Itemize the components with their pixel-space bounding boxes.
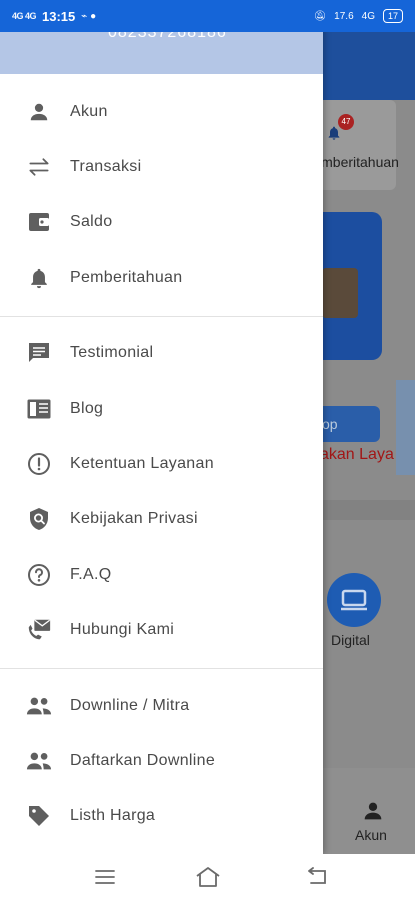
drawer-item-label: Transaksi: [70, 158, 142, 176]
digital-icon: [341, 589, 367, 611]
drawer-item-label: Testimonial: [70, 344, 154, 362]
drawer-divider: [0, 315, 323, 317]
tag-icon: [26, 803, 52, 829]
navigation-drawer: 082337268186 Akun Transaksi Saldo Pemberita…: [0, 0, 323, 854]
people-icon: [26, 748, 52, 774]
drawer-item-hubungi-kami[interactable]: Hubungi Kami: [0, 603, 323, 658]
promo-red-label: akan Laya: [320, 446, 394, 463]
bottom-nav-akun-label[interactable]: Akun: [355, 827, 387, 843]
mute-icon: 🔕︎: [313, 10, 327, 22]
promo-illustration: [322, 268, 358, 318]
drawer-item-pemberitahuan[interactable]: Pemberitahuan: [0, 250, 323, 305]
people-icon: [26, 693, 52, 719]
section-separator: [320, 500, 415, 520]
drawer-item-transaksi[interactable]: Transaksi: [0, 139, 323, 194]
home-icon[interactable]: [195, 864, 221, 890]
notification-card[interactable]: [318, 100, 396, 190]
shield-icon: [26, 506, 52, 532]
network-type: 4G: [361, 10, 375, 22]
drawer-item-label: Blog: [70, 399, 104, 417]
drawer-item-label: Saldo: [70, 213, 113, 231]
drawer-item-saldo[interactable]: Saldo: [0, 195, 323, 250]
drawer-item-label: F.A.Q: [70, 565, 112, 583]
drawer-item-kebijakan-privasi[interactable]: Kebijakan Privasi: [0, 492, 323, 547]
status-time: 13:15: [42, 8, 76, 24]
network-speed: 17.6: [334, 10, 354, 22]
transfer-arrows-icon: [26, 154, 52, 180]
notification-badge: 47: [338, 114, 354, 130]
drawer-item-label: Pemberitahuan: [70, 268, 183, 286]
book-icon: [26, 396, 52, 422]
person-icon: [26, 99, 52, 125]
menu-icon[interactable]: [92, 864, 118, 890]
comment-icon: [26, 340, 52, 366]
drawer-item-label: Kebijakan Privasi: [70, 510, 198, 528]
drawer-item-label: Ketentuan Layanan: [70, 455, 214, 473]
drawer-menu-group: Downline / Mitra Daftarkan Downline Listh …: [0, 678, 323, 844]
drawer-item-ketentuan-layanan[interactable]: Ketentuan Layanan: [0, 436, 323, 491]
notification-label: Pemberitahuan: [320, 154, 399, 170]
drawer-item-label: Akun: [70, 102, 108, 120]
drawer-divider: [0, 667, 323, 669]
drawer-item-label: Daftarkan Downline: [70, 751, 216, 769]
drawer-item-f-a-q[interactable]: F.A.Q: [0, 547, 323, 602]
wallet-icon: [26, 209, 52, 235]
drawer-item-label: Listh Harga: [70, 807, 156, 825]
alert-circle-icon: [26, 451, 52, 477]
drawer-item-label: Downline / Mitra: [70, 696, 190, 714]
drawer-item-akun[interactable]: Akun: [0, 84, 323, 139]
battery-indicator: 17: [382, 9, 403, 23]
drawer-item-testimonial[interactable]: Testimonial: [0, 326, 323, 381]
phone-mail-icon: [26, 617, 52, 643]
drawer-menu: Akun Transaksi Saldo Pemberitahuan Testimoni…: [0, 74, 323, 844]
system-navigation-bar: [0, 854, 415, 900]
promo-button[interactable]: op: [320, 406, 380, 442]
app-header-background: [320, 32, 415, 100]
digital-label: Digital: [331, 632, 370, 648]
drawer-item-daftarkan-downline[interactable]: Daftarkan Downline: [0, 733, 323, 788]
status-extra-icons: ⌁ ●: [81, 10, 97, 22]
drawer-item-blog[interactable]: Blog: [0, 381, 323, 436]
drawer-item-label: Hubungi Kami: [70, 621, 175, 639]
drawer-item-downline-mitra[interactable]: Downline / Mitra: [0, 678, 323, 733]
drawer-item-listh-harga[interactable]: Listh Harga: [0, 789, 323, 844]
status-bar: 4G 4G 13:15 ⌁ ● 🔕︎ 17.6 4G 17: [0, 0, 415, 32]
signal-indicator: 4G 4G: [12, 11, 37, 21]
drawer-menu-group: Testimonial Blog Ketentuan Layanan Kebijaka…: [0, 326, 323, 658]
bell-icon: [26, 265, 52, 291]
person-icon: [364, 802, 382, 820]
back-icon[interactable]: [304, 864, 330, 890]
help-circle-icon: [26, 562, 52, 588]
drawer-menu-group: Akun Transaksi Saldo Pemberitahuan: [0, 74, 323, 306]
digital-category-button[interactable]: [327, 573, 381, 627]
